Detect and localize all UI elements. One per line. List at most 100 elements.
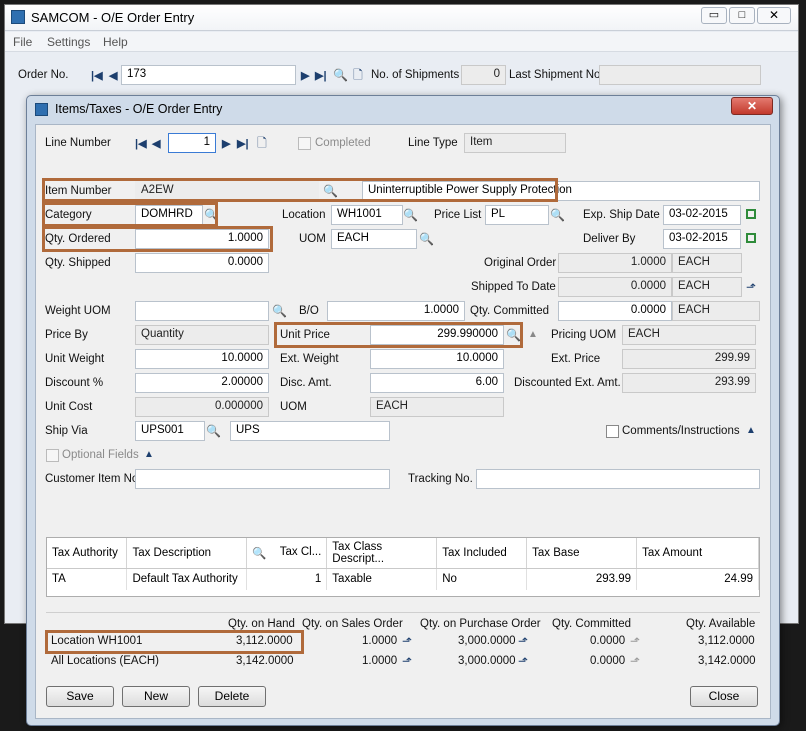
item-search-icon[interactable]: 🔍: [323, 184, 338, 198]
pricing-uom-value: EACH: [622, 325, 756, 345]
weight-uom-search-icon[interactable]: 🔍: [272, 304, 287, 318]
new-line-icon[interactable]: 🗋: [255, 136, 269, 150]
main-title-bar: SAMCOM - O/E Order Entry ▭ □ ✕: [5, 5, 798, 31]
tax-col-authority[interactable]: Tax Authority: [47, 538, 128, 569]
tax-search-icon[interactable]: 🔍: [252, 548, 266, 560]
last-order-icon[interactable]: ▶|: [315, 69, 327, 82]
sales-drilldown-icon[interactable]: ⬏: [400, 634, 414, 648]
purchase-drilldown-icon[interactable]: ⬏: [516, 634, 530, 648]
calendar-icon[interactable]: [746, 209, 756, 219]
save-button[interactable]: Save: [46, 686, 114, 707]
weight-uom-input[interactable]: [135, 301, 269, 321]
disc-amt-input[interactable]: 6.00: [370, 373, 504, 393]
delete-button[interactable]: Delete: [198, 686, 266, 707]
tax-authority-cell[interactable]: TA: [47, 568, 128, 590]
location-input[interactable]: WH1001: [331, 205, 403, 225]
bo-input[interactable]: 1.0000: [327, 301, 465, 321]
comments-expand-icon[interactable]: ▲: [746, 425, 756, 436]
tax-amount-cell[interactable]: 24.99: [636, 568, 759, 590]
shipped-to-date-uom: EACH: [672, 277, 742, 297]
tax-col-class-desc[interactable]: Tax Class Descript...: [326, 538, 438, 569]
all-committed-drilldown-icon[interactable]: ⬏: [628, 654, 642, 668]
close-button[interactable]: Close: [690, 686, 758, 707]
discount-input[interactable]: 2.00000: [135, 373, 269, 393]
deliver-calendar-icon[interactable]: [746, 233, 756, 243]
close-icon[interactable]: ✕: [757, 7, 791, 24]
tax-col-base[interactable]: Tax Base: [526, 538, 638, 569]
next-order-icon[interactable]: ▶: [301, 69, 309, 82]
unit-weight-input[interactable]: 10.0000: [135, 349, 269, 369]
comments-checkbox[interactable]: [606, 425, 619, 438]
menu-help[interactable]: Help: [103, 35, 128, 49]
search-icon[interactable]: 🔍: [333, 68, 348, 82]
line-number-input[interactable]: 1: [168, 133, 216, 153]
tax-col-included[interactable]: Tax Included: [436, 538, 528, 569]
customer-item-input[interactable]: [135, 469, 390, 489]
category-search-icon[interactable]: 🔍: [204, 208, 219, 222]
tracking-input[interactable]: [476, 469, 760, 489]
category-input[interactable]: DOMHRD: [135, 205, 203, 225]
completed-checkbox[interactable]: [298, 137, 311, 150]
location-search-icon[interactable]: 🔍: [403, 208, 418, 222]
tax-class-desc-cell[interactable]: Taxable: [326, 568, 438, 590]
exp-ship-date-input[interactable]: 03-02-2015: [663, 205, 741, 225]
optional-fields-label: Optional Fields: [62, 449, 139, 461]
optional-fields-expand-icon[interactable]: ▲: [144, 449, 154, 460]
tax-class-cell[interactable]: 1: [246, 568, 328, 590]
dialog-close-icon[interactable]: ✕: [731, 97, 773, 115]
order-no-input[interactable]: 173: [121, 65, 296, 85]
tax-col-class[interactable]: 🔍 Tax Cl...: [246, 538, 328, 569]
prev-line-icon[interactable]: ◀: [152, 137, 160, 150]
first-order-icon[interactable]: |◀: [91, 69, 103, 82]
menu-file[interactable]: File: [13, 35, 32, 49]
drilldown-icon[interactable]: ⬏: [744, 280, 758, 294]
qty-ordered-input[interactable]: 1.0000: [135, 229, 269, 249]
shipped-to-date-label: Shipped To Date: [471, 281, 556, 293]
unit-price-input[interactable]: 299.990000: [370, 325, 504, 345]
deliver-by-label: Deliver By: [583, 233, 636, 245]
last-line-icon[interactable]: ▶|: [237, 137, 249, 150]
expand-price-icon[interactable]: ▲: [528, 329, 538, 340]
table-row[interactable]: TA Default Tax Authority 1 Taxable No 29…: [47, 568, 759, 590]
item-description[interactable]: Uninterruptible Power Supply Protection: [362, 181, 760, 201]
ship-via-input[interactable]: UPS001: [135, 421, 205, 441]
prev-order-icon[interactable]: ◀: [109, 69, 117, 82]
ship-via-search-icon[interactable]: 🔍: [206, 424, 221, 438]
tax-included-cell[interactable]: No: [436, 568, 528, 590]
unit-cost-label: Unit Cost: [45, 401, 93, 413]
qty-shipped-input[interactable]: 0.0000: [135, 253, 269, 273]
dialog-app-icon: [35, 103, 48, 116]
items-taxes-dialog: Items/Taxes - O/E Order Entry ✕ Line Num…: [26, 95, 780, 726]
next-line-icon[interactable]: ▶: [222, 137, 230, 150]
minimize-icon[interactable]: ▭: [701, 7, 727, 24]
optional-fields-checkbox[interactable]: [46, 449, 59, 462]
ship-via-name[interactable]: UPS: [230, 421, 390, 441]
all-purchase: 3,000.0000: [458, 655, 516, 667]
maximize-icon[interactable]: □: [729, 7, 755, 24]
pricing-uom-label: Pricing UOM: [551, 329, 617, 341]
new-button[interactable]: New: [122, 686, 190, 707]
ext-weight-input[interactable]: 10.0000: [370, 349, 504, 369]
committed-drilldown-icon[interactable]: ⬏: [628, 634, 642, 648]
new-document-icon[interactable]: 🗋: [351, 68, 365, 82]
first-line-icon[interactable]: |◀: [135, 137, 147, 150]
price-by-value: Quantity: [135, 325, 269, 345]
unit-cost-value: 0.000000: [135, 397, 269, 417]
item-number-input[interactable]: A2EW: [135, 181, 319, 201]
all-purchase-drilldown-icon[interactable]: ⬏: [516, 654, 530, 668]
price-list-input[interactable]: PL: [485, 205, 549, 225]
tax-col-amount[interactable]: Tax Amount: [636, 538, 759, 569]
tax-base-cell[interactable]: 293.99: [526, 568, 638, 590]
tax-description-cell[interactable]: Default Tax Authority: [126, 568, 248, 590]
location-sales: 1.0000: [362, 635, 398, 647]
menu-settings[interactable]: Settings: [47, 35, 90, 49]
qty-committed-input[interactable]: 0.0000: [558, 301, 672, 321]
unit-weight-label: Unit Weight: [45, 353, 105, 365]
tax-col-description[interactable]: Tax Description: [126, 538, 248, 569]
price-list-search-icon[interactable]: 🔍: [550, 208, 565, 222]
uom-input[interactable]: EACH: [331, 229, 417, 249]
uom-search-icon[interactable]: 🔍: [419, 232, 434, 246]
all-sales-drilldown-icon[interactable]: ⬏: [400, 654, 414, 668]
deliver-by-input[interactable]: 03-02-2015: [663, 229, 741, 249]
unit-price-search-icon[interactable]: 🔍: [506, 328, 521, 342]
